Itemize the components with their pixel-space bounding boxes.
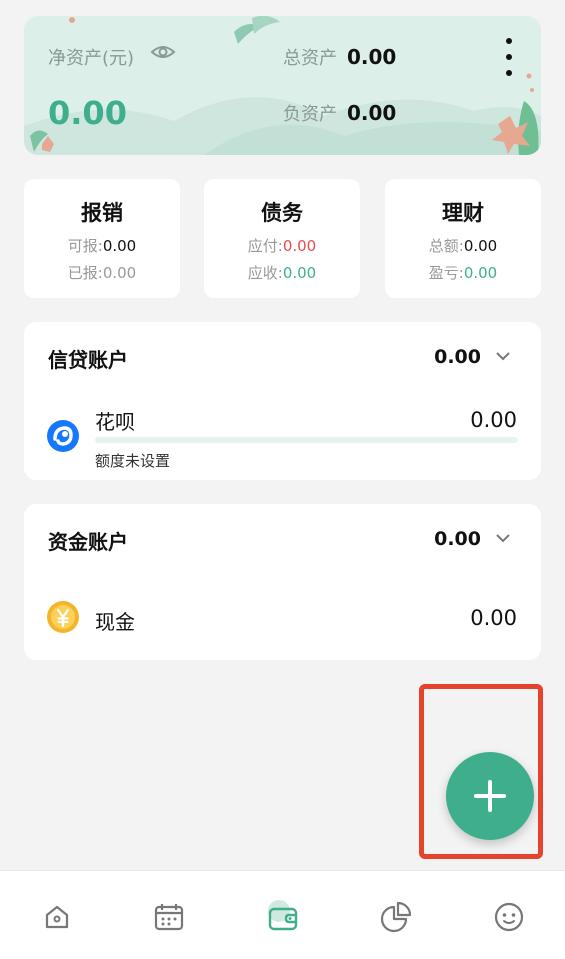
- stat-value: 0.00: [463, 264, 498, 282]
- smiley-icon[interactable]: [491, 899, 527, 935]
- debt-card[interactable]: 债务 应付:0.00 应收:0.00: [204, 179, 360, 298]
- more-vertical-icon[interactable]: [502, 38, 516, 76]
- add-account-button[interactable]: [446, 752, 534, 840]
- account-name: 花呗: [95, 410, 135, 434]
- net-assets-label: 净资产(元): [48, 48, 135, 69]
- stat-label: 总额:: [428, 237, 464, 255]
- stat-title: 理财: [442, 201, 484, 225]
- stat-value: 0.00: [102, 237, 137, 255]
- pie-chart-icon[interactable]: [378, 899, 414, 935]
- wallet-icon[interactable]: [265, 899, 301, 935]
- cash-accounts-panel: 资金账户 0.00 现金 0.00: [24, 504, 541, 660]
- credit-accounts-panel: 信贷账户 0.00 花呗 0.00 额度未设置: [24, 322, 541, 480]
- account-balance: 0.00: [470, 408, 517, 432]
- chevron-down-icon[interactable]: [495, 350, 511, 362]
- credit-accounts-total: 0.00: [434, 346, 481, 368]
- liabilities-label: 负资产: [283, 104, 337, 125]
- credit-limit-status: 额度未设置: [95, 452, 171, 470]
- total-assets: 总资产 0.00: [283, 44, 396, 70]
- credit-accounts-title: 信贷账户: [48, 348, 128, 372]
- stat-label: 应收:: [247, 264, 283, 282]
- asset-summary-card: 净资产(元) 0.00 总资产 0.00 负资产 0.00: [24, 16, 541, 155]
- account-name: 现金: [95, 610, 135, 634]
- stat-value: 0.00: [282, 264, 317, 282]
- yen-coin-icon: [47, 601, 79, 633]
- home-icon[interactable]: [39, 899, 75, 935]
- cash-accounts-total: 0.00: [434, 528, 481, 550]
- investment-card[interactable]: 理财 总额:0.00 盈亏:0.00: [385, 179, 541, 298]
- calendar-icon[interactable]: [151, 899, 187, 935]
- reimbursement-card[interactable]: 报销 可报:0.00 已报:0.00: [24, 179, 180, 298]
- stat-value: 0.00: [102, 264, 137, 282]
- credit-limit-progress: [95, 437, 518, 443]
- stat-label: 应付:: [247, 237, 283, 255]
- eye-icon[interactable]: [150, 42, 176, 62]
- decorative-landscape-background: [24, 16, 541, 155]
- stat-title: 债务: [261, 201, 303, 225]
- total-assets-value: 0.00: [347, 45, 397, 69]
- net-assets-value: 0.00: [48, 94, 127, 132]
- liabilities-value: 0.00: [347, 101, 397, 125]
- stat-title: 报销: [81, 201, 123, 225]
- stat-label: 盈亏:: [428, 264, 464, 282]
- cash-accounts-title: 资金账户: [48, 530, 128, 554]
- chevron-down-icon[interactable]: [495, 532, 511, 544]
- stat-value: 0.00: [463, 237, 498, 255]
- bottom-navigation: [0, 870, 565, 959]
- total-assets-label: 总资产: [283, 48, 337, 69]
- stat-value: 0.00: [282, 237, 317, 255]
- huabei-logo-icon: [47, 420, 79, 452]
- stat-label: 已报:: [67, 264, 103, 282]
- stat-label: 可报:: [67, 237, 103, 255]
- liabilities: 负资产 0.00: [283, 100, 396, 126]
- account-balance: 0.00: [470, 606, 517, 630]
